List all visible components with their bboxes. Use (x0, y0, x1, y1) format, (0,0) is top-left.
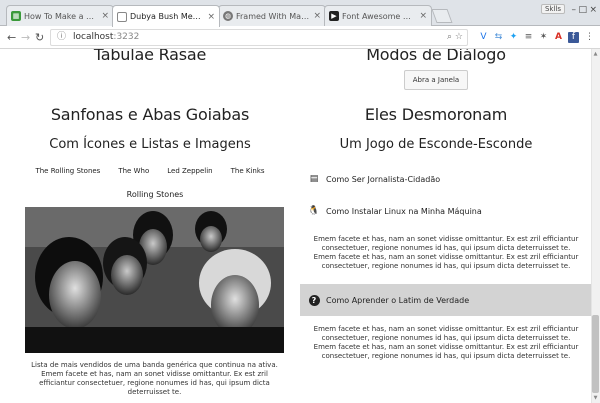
page-scrollbar[interactable]: ▲ ▼ (591, 49, 600, 403)
question-circle-icon: ? (308, 294, 320, 306)
address-bar[interactable]: ⓘ localhost:3232 ⌕ ☆ (50, 29, 468, 46)
menu-icon[interactable]: ⋮ (584, 32, 595, 43)
back-icon[interactable]: ← (7, 31, 16, 44)
section-subtitle-icones: Com Ícones e Listas e Imagens (49, 137, 251, 152)
section-title-desmoronam: Eles Desmoronam (364, 105, 508, 124)
extension-list-icon[interactable]: ≡ (523, 32, 534, 43)
reload-icon[interactable]: ↻ (35, 31, 44, 44)
tab-favicon-icon: ▶ (329, 11, 339, 21)
profile-button[interactable]: Sklls (540, 4, 565, 14)
band-photo-image (25, 207, 284, 353)
section-subtitle-esconde: Um Jogo de Esconde-Esconde (339, 137, 533, 152)
photo-caption: Lista de mais vendidos de uma banda gené… (31, 361, 278, 396)
url-port: :3232 (113, 32, 140, 42)
section-title-sanfonas: Sanfonas e Abas Goiabas (50, 105, 250, 124)
accordion-body-latim: Emem facete et has, nam an sonet vidisse… (313, 325, 579, 360)
linux-icon: 🐧 (308, 206, 320, 216)
forward-icon[interactable]: → (21, 31, 30, 44)
open-dialog-button[interactable]: Abra a Janela (404, 70, 468, 90)
scroll-thumb[interactable] (592, 315, 599, 393)
zoom-search-icon[interactable]: ⌕ ☆ (447, 30, 463, 45)
tab-rolling-stones[interactable]: The Rolling Stones (35, 167, 100, 175)
newspaper-icon: ▤ (309, 174, 319, 184)
close-icon[interactable]: × (101, 11, 109, 21)
accordion-item-latim[interactable]: ? Como Aprender o Latim de Verdade (300, 284, 600, 316)
tab-led-zeppelin[interactable]: Led Zeppelin (167, 167, 212, 175)
twitter-icon[interactable]: ✦ (508, 32, 519, 43)
browser-tab-4[interactable]: ▶ Font Awesome Chea × (324, 5, 432, 26)
section-title-tabulae: Tabulae Rasae (93, 49, 207, 64)
close-window-icon[interactable]: × (589, 5, 597, 15)
band-photo (25, 207, 284, 353)
new-tab-button[interactable] (431, 9, 453, 23)
tab-label: Dubya Bush Memorie (130, 12, 204, 21)
extension-a-icon[interactable]: A (553, 32, 564, 43)
tab-label: Framed With Materi (236, 11, 311, 21)
tab-favicon-icon (117, 11, 127, 22)
close-icon[interactable]: × (207, 12, 215, 22)
page-content: Tabulae Rasae Sanfonas e Abas Goiabas Co… (0, 49, 600, 403)
accordion-item-jornalista[interactable]: ▤ Como Ser Jornalista-Cidadão (300, 170, 600, 188)
tab-label: How To Make a Model (24, 11, 98, 21)
tab-favicon-icon: ◍ (223, 11, 233, 21)
close-icon[interactable]: × (419, 11, 427, 21)
section-title-dialogo: Modos de Diálogo (366, 49, 506, 64)
minimize-icon[interactable]: – (572, 5, 577, 15)
accordion-body-linux: Emem facete et has, nam an sonet vidisse… (313, 235, 579, 270)
browser-tab-2[interactable]: Dubya Bush Memorie × (112, 5, 220, 27)
tab-strip: ▦ How To Make a Model × Dubya Bush Memor… (0, 0, 600, 27)
band-tabs: The Rolling Stones The Who Led Zeppelin … (0, 167, 300, 175)
tab-favicon-icon: ▦ (11, 11, 21, 21)
scroll-down-icon[interactable]: ▼ (592, 394, 599, 402)
accordion-label: Como Ser Jornalista-Cidadão (326, 174, 441, 184)
maximize-icon[interactable]: □ (578, 5, 587, 15)
accordion-label: Como Aprender o Latim de Verdade (326, 295, 470, 305)
extension-star-icon[interactable]: ✶ (538, 32, 549, 43)
facebook-icon[interactable]: f (568, 32, 579, 43)
accordion-item-linux[interactable]: 🐧 Como Instalar Linux na Minha Máquina (300, 202, 600, 220)
close-icon[interactable]: × (313, 11, 321, 21)
scroll-up-icon[interactable]: ▲ (592, 50, 599, 58)
tab-the-who[interactable]: The Who (118, 167, 149, 175)
accordion-label: Como Instalar Linux na Minha Máquina (326, 206, 482, 216)
extension-tools-icon[interactable]: ⇆ (493, 32, 504, 43)
tab-label: Font Awesome Chea (342, 11, 417, 21)
url-host: localhost (73, 32, 114, 42)
info-icon[interactable]: ⓘ (57, 30, 66, 45)
panel-title: Rolling Stones (126, 190, 184, 199)
browser-toolbar: ← → ↻ ⓘ localhost:3232 ⌕ ☆ V ⇆ ✦ ≡ ✶ A f… (0, 26, 600, 49)
browser-tab-1[interactable]: ▦ How To Make a Model × (6, 5, 114, 26)
extension-v-icon[interactable]: V (478, 32, 489, 43)
tab-the-kinks[interactable]: The Kinks (231, 167, 265, 175)
browser-tab-3[interactable]: ◍ Framed With Materi × (218, 5, 326, 26)
